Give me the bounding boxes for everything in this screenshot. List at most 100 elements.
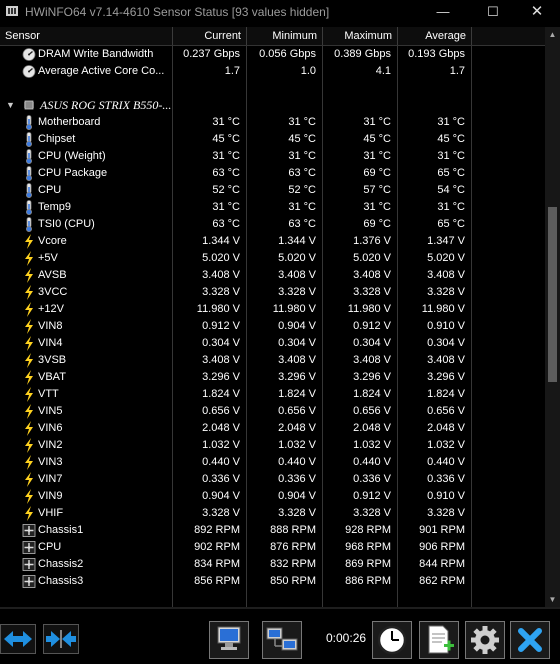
group-label: ASUS ROG STRIX B550-... [0, 97, 173, 114]
current-value: 3.408 V [173, 267, 247, 284]
sensor-row[interactable]: Temp9 31 °C 31 °C 31 °C 31 °C [0, 199, 545, 216]
sensor-row[interactable]: Average Active Core Co... 1.7 1.0 4.1 1.7 [0, 63, 545, 80]
scroll-down-arrow-icon[interactable]: ▼ [545, 592, 560, 607]
sensor-label: Vcore [0, 233, 173, 250]
sensor-row[interactable]: VIN3 0.440 V 0.440 V 0.440 V 0.440 V [0, 454, 545, 471]
clock-icon [377, 625, 407, 655]
column-header-maximum[interactable]: Maximum [323, 27, 398, 45]
current-value: 52 °C [173, 182, 247, 199]
sensor-row[interactable]: VIN6 2.048 V 2.048 V 2.048 V 2.048 V [0, 420, 545, 437]
average-value: 1.7 [398, 63, 472, 80]
title-bar[interactable]: HWiNFO64 v7.14-4610 Sensor Status [93 va… [0, 0, 560, 24]
sensor-row[interactable]: Chipset 45 °C 45 °C 45 °C 45 °C [0, 131, 545, 148]
sensor-label: VIN6 [0, 420, 173, 437]
sensor-row[interactable]: VBAT 3.296 V 3.296 V 3.296 V 3.296 V [0, 369, 545, 386]
minimum-value: 3.296 V [247, 369, 323, 386]
current-value: 5.020 V [173, 250, 247, 267]
sensor-row[interactable]: 3VCC 3.328 V 3.328 V 3.328 V 3.328 V [0, 284, 545, 301]
column-header-average[interactable]: Average [398, 27, 472, 45]
sensor-row[interactable]: Vcore 1.344 V 1.344 V 1.376 V 1.347 V [0, 233, 545, 250]
sensor-row[interactable]: 3VSB 3.408 V 3.408 V 3.408 V 3.408 V [0, 352, 545, 369]
minimum-value: 832 RPM [247, 556, 323, 573]
sensor-row[interactable]: VHIF 3.328 V 3.328 V 3.328 V 3.328 V [0, 505, 545, 522]
settings-button[interactable] [465, 621, 505, 659]
maximum-value: 2.048 V [323, 420, 398, 437]
average-value: 844 RPM [398, 556, 472, 573]
gear-icon [471, 626, 499, 654]
collapse-arrows-button[interactable] [43, 624, 79, 654]
column-header-current[interactable]: Current [173, 27, 247, 45]
maximum-value: 0.389 Gbps [323, 46, 398, 63]
sensor-row[interactable]: Chassis1 892 RPM 888 RPM 928 RPM 901 RPM [0, 522, 545, 539]
minimum-value: 850 RPM [247, 573, 323, 590]
sensor-row[interactable]: CPU Package 63 °C 63 °C 69 °C 65 °C [0, 165, 545, 182]
sensor-group-header[interactable]: ▼ ASUS ROG STRIX B550-... [0, 97, 545, 114]
sensor-row[interactable]: TSI0 (CPU) 63 °C 63 °C 69 °C 65 °C [0, 216, 545, 233]
sensor-label: CPU [0, 182, 173, 199]
close-button[interactable]: ✕ [514, 0, 560, 24]
scrollbar-thumb[interactable] [548, 207, 557, 382]
column-header-minimum[interactable]: Minimum [247, 27, 323, 45]
average-value: 0.910 V [398, 488, 472, 505]
blank-row[interactable] [0, 80, 545, 97]
empty-cell [0, 590, 173, 607]
sensor-row[interactable]: AVSB 3.408 V 3.408 V 3.408 V 3.408 V [0, 267, 545, 284]
average-value: 65 °C [398, 216, 472, 233]
empty-cell [323, 97, 398, 114]
sensor-row[interactable]: VIN5 0.656 V 0.656 V 0.656 V 0.656 V [0, 403, 545, 420]
current-value: 0.656 V [173, 403, 247, 420]
minimum-value: 0.304 V [247, 335, 323, 352]
current-value: 902 RPM [173, 539, 247, 556]
nav-arrows-button[interactable] [0, 624, 36, 654]
network-computers-button[interactable] [262, 621, 302, 659]
average-value: 31 °C [398, 199, 472, 216]
sensor-row[interactable]: DRAM Write Bandwidth 0.237 Gbps 0.056 Gbps… [0, 46, 545, 63]
blank-row[interactable] [0, 590, 545, 607]
sensor-label: VIN3 [0, 454, 173, 471]
maximum-value: 4.1 [323, 63, 398, 80]
network-monitor-button[interactable] [209, 621, 249, 659]
current-value: 0.440 V [173, 454, 247, 471]
average-value: 3.408 V [398, 267, 472, 284]
current-value: 1.344 V [173, 233, 247, 250]
add-report-button[interactable] [419, 621, 459, 659]
sensor-row[interactable]: VTT 1.824 V 1.824 V 1.824 V 1.824 V [0, 386, 545, 403]
maximize-button[interactable]: ☐ [470, 0, 516, 24]
sensor-row[interactable]: CPU 52 °C 52 °C 57 °C 54 °C [0, 182, 545, 199]
scroll-up-arrow-icon[interactable]: ▲ [545, 27, 560, 42]
minimum-value: 45 °C [247, 131, 323, 148]
current-value: 63 °C [173, 216, 247, 233]
average-value: 862 RPM [398, 573, 472, 590]
sensor-row[interactable]: VIN4 0.304 V 0.304 V 0.304 V 0.304 V [0, 335, 545, 352]
sensor-row[interactable]: +12V 11.980 V 11.980 V 11.980 V 11.980 V [0, 301, 545, 318]
sensor-row[interactable]: Chassis2 834 RPM 832 RPM 869 RPM 844 RPM [0, 556, 545, 573]
clock-button[interactable] [372, 621, 412, 659]
sensor-row[interactable]: Chassis3 856 RPM 850 RPM 886 RPM 862 RPM [0, 573, 545, 590]
minimize-button[interactable]: — [420, 0, 466, 24]
empty-cell [323, 590, 398, 607]
sensor-table[interactable]: DRAM Write Bandwidth 0.237 Gbps 0.056 Gbps… [0, 46, 545, 607]
elapsed-timer: 0:00:26 [326, 631, 367, 645]
average-value: 1.032 V [398, 437, 472, 454]
sensor-label: AVSB [0, 267, 173, 284]
minimum-value: 31 °C [247, 148, 323, 165]
current-value: 892 RPM [173, 522, 247, 539]
sensor-row[interactable]: +5V 5.020 V 5.020 V 5.020 V 5.020 V [0, 250, 545, 267]
sensor-row[interactable]: VIN8 0.912 V 0.904 V 0.912 V 0.910 V [0, 318, 545, 335]
sensor-label: Chassis3 [0, 573, 173, 590]
minimum-value: 0.656 V [247, 403, 323, 420]
empty-cell [398, 97, 472, 114]
current-value: 31 °C [173, 114, 247, 131]
close-sensors-button[interactable] [510, 621, 550, 659]
vertical-scrollbar[interactable]: ▲ ▼ [545, 27, 560, 607]
sensor-row[interactable]: VIN2 1.032 V 1.032 V 1.032 V 1.032 V [0, 437, 545, 454]
sensor-row[interactable]: CPU (Weight) 31 °C 31 °C 31 °C 31 °C [0, 148, 545, 165]
sensor-row[interactable]: VIN7 0.336 V 0.336 V 0.336 V 0.336 V [0, 471, 545, 488]
column-header-sensor[interactable]: Sensor [0, 27, 173, 45]
sensor-row[interactable]: CPU 902 RPM 876 RPM 968 RPM 906 RPM [0, 539, 545, 556]
minimum-value: 11.980 V [247, 301, 323, 318]
maximum-value: 0.656 V [323, 403, 398, 420]
average-value: 0.910 V [398, 318, 472, 335]
sensor-row[interactable]: Motherboard 31 °C 31 °C 31 °C 31 °C [0, 114, 545, 131]
sensor-row[interactable]: VIN9 0.904 V 0.904 V 0.912 V 0.910 V [0, 488, 545, 505]
